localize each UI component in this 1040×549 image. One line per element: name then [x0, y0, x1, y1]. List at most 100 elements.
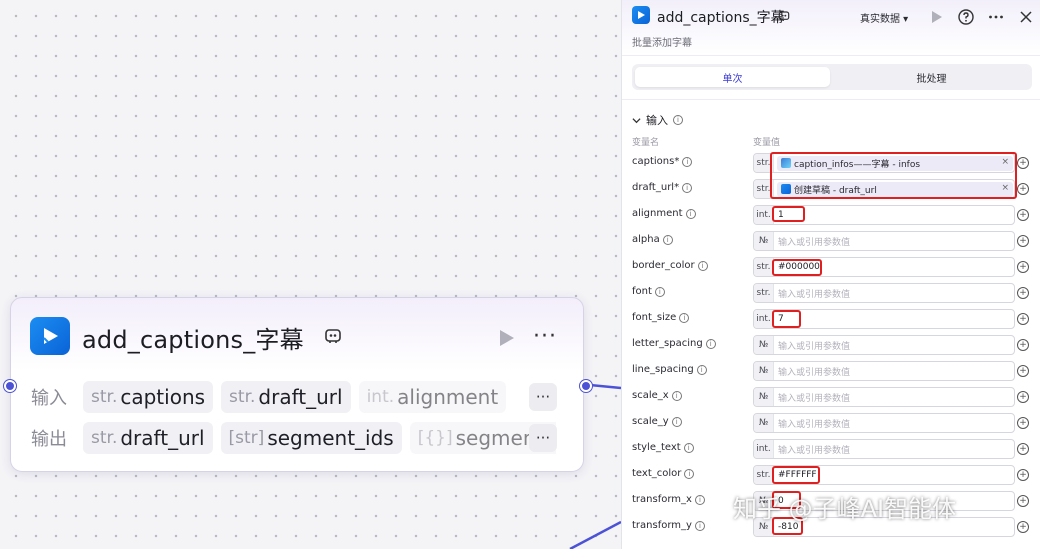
reference-add-icon[interactable]: + — [1017, 443, 1029, 455]
run-icon[interactable] — [927, 8, 945, 26]
param-name: transform_x i — [632, 494, 705, 505]
type-selector[interactable]: № — [754, 492, 774, 510]
type-selector[interactable]: str. — [754, 466, 774, 484]
param-row-transform-x: transform_x i № 0 + — [622, 491, 1040, 511]
type-selector[interactable]: str. — [754, 154, 774, 172]
reference-add-icon[interactable]: + — [1017, 417, 1029, 429]
type-selector[interactable]: int. — [754, 310, 774, 328]
remove-reference-icon[interactable]: × — [1001, 183, 1009, 193]
reference-chip[interactable]: caption_infos——字幕 - infos × — [777, 155, 1013, 171]
param-name-label: font — [632, 286, 652, 297]
param-value-input[interactable]: № 输入或引用参数值 — [753, 361, 1015, 381]
param-row-alpha: alpha i № 输入或引用参数值 + — [622, 231, 1040, 251]
param-value-input[interactable]: str. caption_infos——字幕 - infos × — [753, 153, 1015, 173]
param-row-text-color: text_color i str. #FFFFFF + — [622, 465, 1040, 485]
reference-add-icon[interactable]: + — [1017, 365, 1029, 377]
param-value-input[interactable]: int. 输入或引用参数值 — [753, 439, 1015, 459]
info-icon: i — [694, 494, 705, 505]
tab-batch[interactable]: 批处理 — [834, 67, 1029, 87]
plugin-badge-icon — [325, 329, 341, 343]
close-icon[interactable] — [1017, 8, 1035, 26]
plugin-node-add-captions[interactable]: add_captions_字幕 ··· 输入 str. captions str.… — [4, 297, 592, 472]
input-section-header[interactable]: 输入 i — [632, 112, 683, 128]
info-icon: i — [671, 390, 682, 401]
param-name-label: line_spacing — [632, 364, 694, 375]
chevron-down-icon — [632, 117, 641, 123]
param-value-input[interactable]: str. 输入或引用参数值 — [753, 283, 1015, 303]
param-row-transform-y: transform_y i № -810 + — [622, 517, 1040, 537]
outputs-label: 输出 — [31, 429, 67, 450]
param-value-input[interactable]: int. 7 — [753, 309, 1015, 329]
reference-add-icon[interactable]: + — [1017, 313, 1029, 325]
param-value-input[interactable]: № 0 — [753, 491, 1015, 511]
input-chip: int. alignment — [358, 381, 507, 413]
column-header-name: 变量名 — [632, 138, 660, 148]
param-value: 输入或引用参数值 — [778, 237, 851, 248]
tab-single[interactable]: 单次 — [635, 67, 830, 87]
info-icon: i — [685, 208, 696, 219]
outputs-more-button[interactable]: ··· — [529, 424, 557, 452]
workflow-canvas[interactable]: add_captions_字幕 ··· 输入 str. captions str.… — [0, 0, 621, 549]
type-selector[interactable]: str. — [754, 180, 774, 198]
more-icon[interactable] — [987, 8, 1005, 26]
run-icon[interactable] — [496, 328, 516, 348]
reference-chip[interactable]: 创建草稿 - draft_url × — [777, 181, 1013, 197]
plugin-badge-icon — [778, 11, 790, 20]
type-selector[interactable]: № — [754, 232, 774, 250]
param-name: line_spacing i — [632, 364, 707, 375]
param-value: #000000 — [778, 262, 820, 272]
node-title: add_captions_字幕 — [82, 326, 304, 354]
param-name-label: scale_x — [632, 390, 669, 401]
param-value: 输入或引用参数值 — [778, 367, 851, 378]
param-value-input[interactable]: str. #FFFFFF — [753, 465, 1015, 485]
param-value-input[interactable]: № 输入或引用参数值 — [753, 231, 1015, 251]
type-selector[interactable]: str. — [754, 258, 774, 276]
type-selector[interactable]: str. — [754, 284, 774, 302]
param-value-input[interactable]: № 输入或引用参数值 — [753, 413, 1015, 433]
param-name: transform_y i — [632, 520, 705, 531]
param-name: alpha i — [632, 234, 673, 245]
info-icon: i — [679, 312, 690, 323]
param-value: 输入或引用参数值 — [778, 341, 851, 352]
type-selector[interactable]: № — [754, 388, 774, 406]
help-icon[interactable] — [957, 8, 975, 26]
data-mode-dropdown[interactable]: 真实数据 ▾ — [860, 10, 908, 25]
remove-reference-icon[interactable]: × — [1001, 157, 1009, 167]
param-value: 7 — [778, 314, 784, 324]
reference-add-icon[interactable]: + — [1017, 469, 1029, 481]
reference-add-icon[interactable]: + — [1017, 235, 1029, 247]
column-header-value: 变量值 — [753, 138, 781, 148]
panel-title: add_captions_字幕 — [657, 10, 785, 26]
reference-add-icon[interactable]: + — [1017, 391, 1029, 403]
inputs-more-button[interactable]: ··· — [529, 383, 557, 411]
input-port[interactable] — [4, 380, 16, 392]
type-selector[interactable]: № — [754, 414, 774, 432]
reference-add-icon[interactable]: + — [1017, 261, 1029, 273]
reference-add-icon[interactable]: + — [1017, 495, 1029, 507]
param-value-input[interactable]: str. #000000 — [753, 257, 1015, 277]
panel-header: add_captions_字幕 批量添加字幕 真实数据 ▾ — [622, 0, 1040, 56]
reference-add-icon[interactable]: + — [1017, 157, 1029, 169]
param-value-input[interactable]: № -810 — [753, 517, 1015, 537]
param-value-input[interactable]: № 输入或引用参数值 — [753, 387, 1015, 407]
type-selector[interactable]: № — [754, 518, 774, 536]
type-selector[interactable]: int. — [754, 440, 774, 458]
type-selector[interactable]: № — [754, 362, 774, 380]
param-value-input[interactable]: str. 创建草稿 - draft_url × — [753, 179, 1015, 199]
reference-add-icon[interactable]: + — [1017, 287, 1029, 299]
param-name: border_color i — [632, 260, 708, 271]
type-selector[interactable]: int. — [754, 206, 774, 224]
param-value: 输入或引用参数值 — [778, 445, 851, 456]
node-more-icon[interactable]: ··· — [533, 324, 557, 349]
type-selector[interactable]: № — [754, 336, 774, 354]
param-name: text_color i — [632, 468, 695, 479]
param-name-label: alpha — [632, 234, 660, 245]
reference-add-icon[interactable]: + — [1017, 183, 1029, 195]
reference-add-icon[interactable]: + — [1017, 521, 1029, 533]
output-port[interactable] — [580, 380, 592, 392]
param-value-input[interactable]: int. 1 — [753, 205, 1015, 225]
reference-add-icon[interactable]: + — [1017, 339, 1029, 351]
param-row-scale-y: scale_y i № 输入或引用参数值 + — [622, 413, 1040, 433]
param-value-input[interactable]: № 输入或引用参数值 — [753, 335, 1015, 355]
reference-add-icon[interactable]: + — [1017, 209, 1029, 221]
